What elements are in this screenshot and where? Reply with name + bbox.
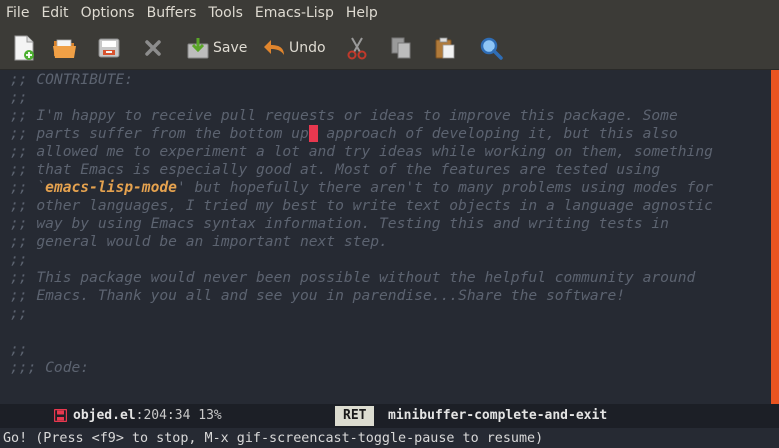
echo-area[interactable]: Go! (Press <f9> to stop, M-x gif-screenc… [0,428,779,448]
menu-edit[interactable]: Edit [35,0,74,26]
code-text: ;; parts suffer from the bottom up [10,125,309,142]
menu-buffers[interactable]: Buffers [141,0,203,26]
search-button[interactable] [479,33,503,63]
code-line: ;; that Emacs is especially good at. Mos… [10,161,661,178]
menu-options[interactable]: Options [75,0,141,26]
code-line: ;;; Code: [10,359,90,376]
new-file-button[interactable] [12,33,36,63]
paste-button[interactable] [433,33,457,63]
paste-icon [435,37,455,59]
code-text: ' but hopefully there aren't to many pro… [176,179,713,196]
toolbar: Save Undo [0,26,779,70]
code-line: ;; This package would never been possibl… [10,269,696,286]
save-button[interactable]: Save [186,33,247,63]
code-line: ;; CONTRIBUTE: [10,71,134,88]
code-line: ;; [10,305,28,322]
menu-help[interactable]: Help [340,0,384,26]
command-name: minibuffer-complete-and-exit [388,408,608,423]
code-text: ;; ` [10,179,46,196]
code-line: ;; allowed me to experiment a lot and tr… [10,143,713,160]
mode-name-highlight: emacs-lisp-mode [45,179,177,196]
save-disk-icon [98,38,120,58]
editor-buffer[interactable]: ;; CONTRIBUTE: ;; ;; I'm happy to receiv… [0,70,771,404]
buffer-name: objed.el:204:34 13% [73,404,222,428]
save-icon [187,38,209,59]
search-icon [480,37,503,60]
file-modified-icon [54,409,67,422]
text-cursor [308,125,318,142]
code-line: ;; other languages, I tried my best to w… [10,197,713,214]
undo-icon [264,40,284,55]
menu-bar: File Edit Options Buffers Tools Emacs-Li… [0,0,779,26]
code-line: ;; way by using Emacs syntax information… [10,215,669,232]
dired-button[interactable] [97,33,121,63]
code-text: approach of developing it, but this also [317,125,678,142]
key-badge: RET [335,406,375,426]
code-line: ;; [10,341,28,358]
cursor-position: :204:34 13% [135,408,222,423]
menu-file[interactable]: File [0,0,35,26]
code-line: ;; parts suffer from the bottom up appro… [10,125,678,143]
undo-button[interactable]: Undo [262,33,326,63]
undo-label: Undo [289,40,326,56]
close-icon [145,40,161,56]
mode-line: objed.el:204:34 13% RET minibuffer-compl… [0,404,779,428]
close-buffer-button[interactable] [142,33,164,63]
code-line: ;; Emacs. Thank you all and see you in p… [10,287,626,304]
menu-emacs-lisp[interactable]: Emacs-Lisp [249,0,340,26]
code-line: ;; [10,89,28,106]
cut-button[interactable] [346,33,368,63]
code-line: ;; I'm happy to receive pull requests or… [10,107,678,124]
cut-icon [347,37,367,60]
code-line: ;; [10,251,28,268]
scrollbar[interactable] [771,70,779,404]
open-folder-icon [53,39,76,58]
new-file-icon [14,35,34,61]
save-label: Save [213,40,248,56]
menu-tools[interactable]: Tools [202,0,249,26]
open-file-button[interactable] [52,33,78,63]
copy-button[interactable] [390,33,412,63]
code-line: ;; general would be an important next st… [10,233,388,250]
buffer-name-text: objed.el [73,408,136,423]
copy-icon [391,37,411,59]
code-line: ;; `emacs-lisp-mode' but hopefully there… [10,179,713,197]
scrollbar-thumb[interactable] [771,70,779,404]
